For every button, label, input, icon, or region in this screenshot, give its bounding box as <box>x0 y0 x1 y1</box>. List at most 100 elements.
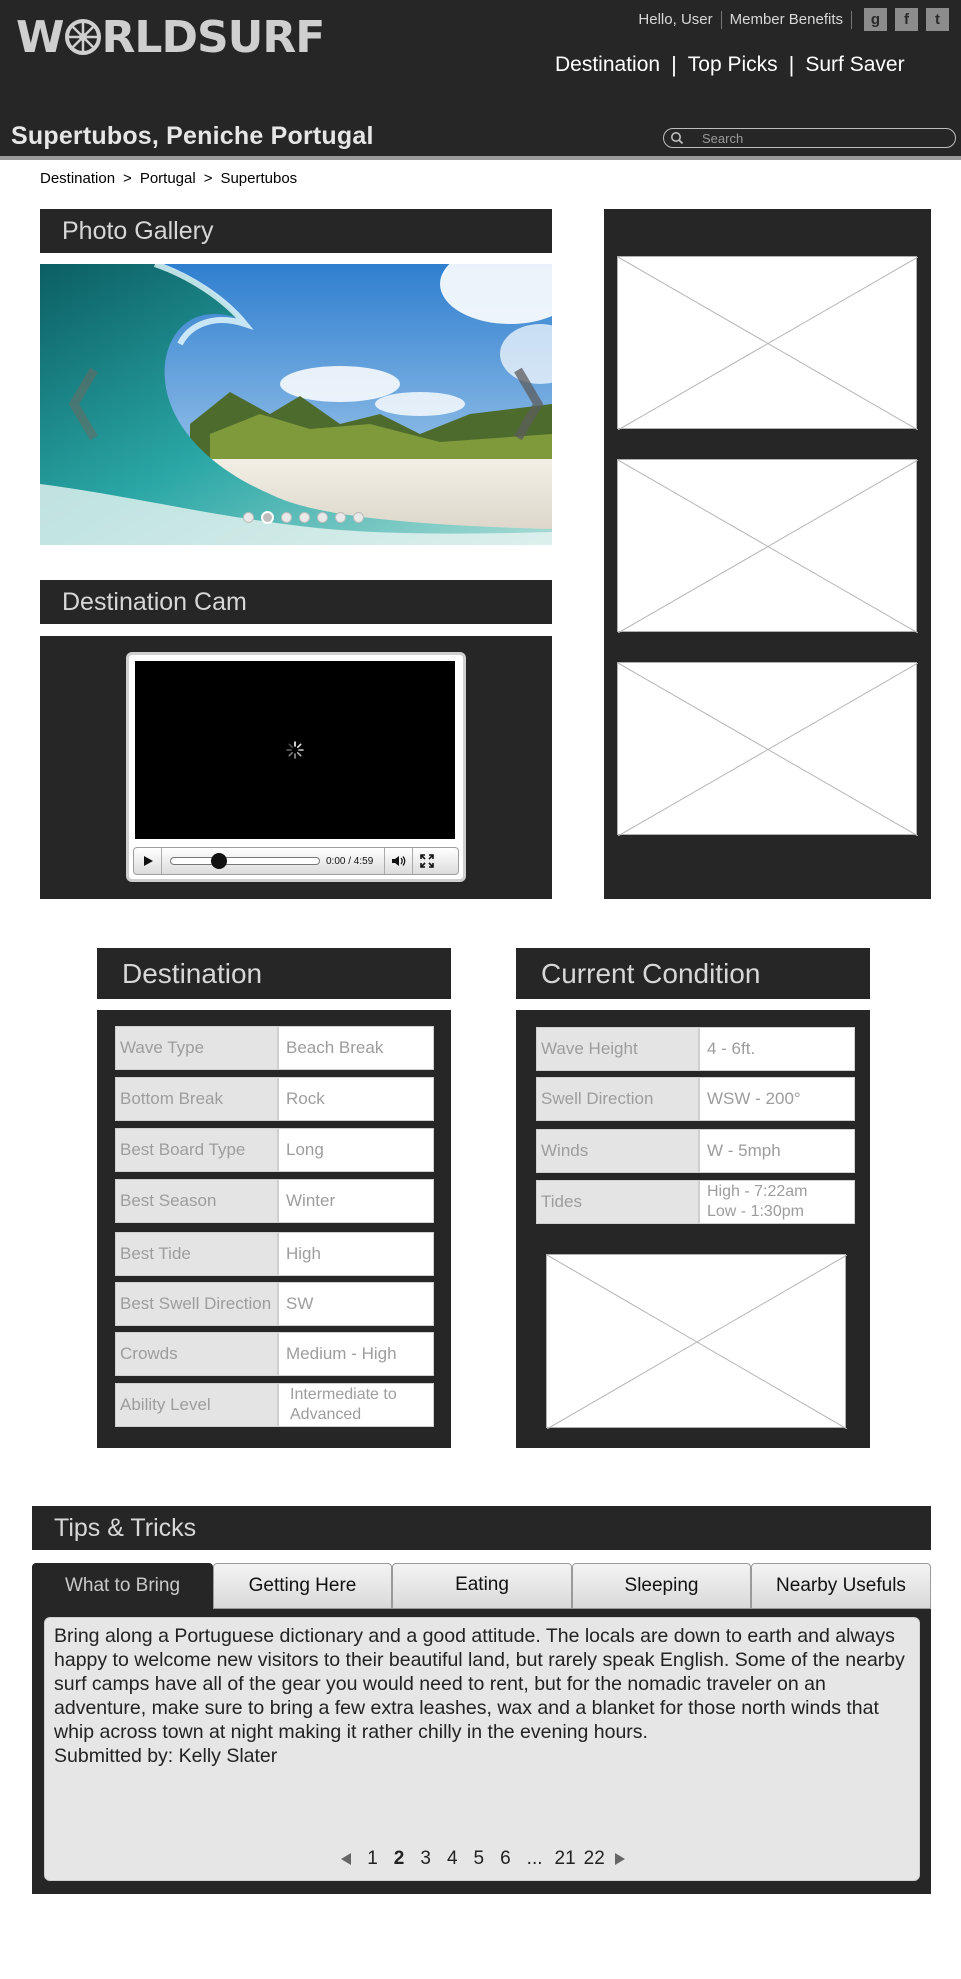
volume-button[interactable] <box>384 848 412 874</box>
row-value: SW <box>278 1282 434 1326</box>
page-number[interactable]: 21 <box>551 1848 580 1870</box>
placeholder-x-icon <box>618 460 918 633</box>
table-row: Wave Type Beach Break <box>115 1026 434 1070</box>
tab-eating[interactable]: Eating <box>392 1563 572 1609</box>
gallery-dot[interactable] <box>281 512 292 523</box>
row-label: Winds <box>536 1129 699 1173</box>
row-label: Best Board Type <box>115 1128 278 1172</box>
google-plus-icon[interactable]: g <box>864 8 887 31</box>
row-value: Intermediate to Advanced <box>278 1383 434 1427</box>
placeholder-x-icon <box>547 1255 847 1429</box>
tip-content: Bring along a Portuguese dictionary and … <box>44 1617 920 1881</box>
gallery-dot-active[interactable] <box>261 511 274 524</box>
nav-surf-saver[interactable]: Surf Saver <box>805 53 904 77</box>
row-value: W - 5mph <box>699 1129 855 1173</box>
tab-sleeping[interactable]: Sleeping <box>572 1563 751 1609</box>
fullscreen-button[interactable] <box>412 848 440 874</box>
gallery-dot[interactable] <box>299 512 310 523</box>
video-seek-bar[interactable] <box>170 853 320 869</box>
main-nav: Destination | Top Picks | Surf Saver <box>555 52 905 78</box>
gallery-dot[interactable] <box>335 512 346 523</box>
row-label: Best Swell Direction <box>115 1282 278 1326</box>
current-condition-header: Current Condition <box>516 948 870 999</box>
row-value: High - 7:22am Low - 1:30pm <box>699 1180 855 1224</box>
logo-wheel-icon <box>64 19 101 55</box>
gallery-prev-arrow[interactable] <box>66 364 102 444</box>
gallery-next-arrow[interactable] <box>510 364 546 444</box>
tips-title: Tips & Tricks <box>54 1513 197 1542</box>
gallery-dot[interactable] <box>317 512 328 523</box>
breadcrumb: Destination > Portugal > Supertubos <box>40 170 297 187</box>
page-number[interactable]: 5 <box>466 1848 493 1870</box>
table-row: Best Swell Direction SW <box>115 1282 434 1326</box>
facebook-icon[interactable]: f <box>895 8 918 31</box>
ad-placeholder-image[interactable] <box>617 256 918 430</box>
seek-handle[interactable] <box>211 853 227 869</box>
table-row: Tides High - 7:22am Low - 1:30pm <box>536 1180 855 1224</box>
gallery-dot[interactable] <box>353 512 364 523</box>
tip-text-block: Bring along a Portuguese dictionary and … <box>54 1624 914 1768</box>
fullscreen-icon <box>419 854 434 868</box>
loading-spinner-icon <box>286 741 304 759</box>
tip-submitted-by: Submitted by: Kelly Slater <box>54 1745 278 1767</box>
search-input[interactable] <box>702 130 942 146</box>
ad-placeholder-image[interactable] <box>617 459 918 633</box>
nav-destination[interactable]: Destination <box>555 53 660 77</box>
divider <box>851 10 852 29</box>
video-screen[interactable] <box>135 661 455 839</box>
row-value: Winter <box>278 1179 434 1223</box>
table-row: Best Board Type Long <box>115 1128 434 1172</box>
tip-text: Bring along a Portuguese dictionary and … <box>54 1625 905 1743</box>
tab-what-to-bring[interactable]: What to Bring <box>32 1563 213 1609</box>
table-row: Crowds Medium - High <box>115 1332 434 1376</box>
table-row: Best Tide High <box>115 1232 434 1276</box>
condition-placeholder-image[interactable] <box>546 1254 847 1429</box>
photo-gallery-slideshow[interactable] <box>40 264 552 545</box>
page-number-current[interactable]: 2 <box>386 1848 413 1870</box>
page-number[interactable]: 1 <box>359 1848 386 1870</box>
row-label: Wave Height <box>536 1027 699 1071</box>
greeting-link[interactable]: Hello, User <box>630 11 720 28</box>
tab-nearby-usefuls[interactable]: Nearby Usefuls <box>751 1563 931 1609</box>
row-value: Medium - High <box>278 1332 434 1376</box>
logo-text-right: RLDSURF <box>101 11 326 63</box>
member-benefits-link[interactable]: Member Benefits <box>722 11 851 28</box>
breadcrumb-portugal[interactable]: Portugal <box>140 170 196 187</box>
pagination-prev-icon[interactable] <box>339 1852 353 1866</box>
page-number[interactable]: 6 <box>492 1848 519 1870</box>
video-player[interactable]: 0:00 / 4:59 <box>126 652 466 882</box>
worldsurf-logo[interactable]: W RLDSURF <box>16 11 326 63</box>
gallery-dot[interactable] <box>243 512 254 523</box>
photo-gallery-header: Photo Gallery <box>40 209 552 253</box>
page-title: Supertubos, Peniche Portugal <box>11 122 374 150</box>
nav-top-picks[interactable]: Top Picks <box>688 53 778 77</box>
page-number[interactable]: 3 <box>412 1848 439 1870</box>
ad-placeholder-image[interactable] <box>617 662 918 836</box>
breadcrumb-destination[interactable]: Destination <box>40 170 115 187</box>
breadcrumb-separator: > <box>203 170 213 187</box>
nav-divider: | <box>788 52 795 77</box>
pagination-next-icon[interactable] <box>613 1852 627 1866</box>
search-icon[interactable] <box>670 131 684 145</box>
placeholder-x-icon <box>618 257 918 430</box>
video-controls: 0:00 / 4:59 <box>133 847 459 875</box>
table-row: Bottom Break Rock <box>115 1077 434 1121</box>
volume-icon <box>391 856 405 866</box>
page-number[interactable]: 4 <box>439 1848 466 1870</box>
twitter-icon[interactable]: t <box>926 8 949 31</box>
tab-getting-here[interactable]: Getting Here <box>213 1563 392 1609</box>
row-label: Tides <box>536 1180 699 1224</box>
video-time: 0:00 / 4:59 <box>326 855 374 867</box>
breadcrumb-supertubos[interactable]: Supertubos <box>220 170 297 187</box>
row-label: Best Tide <box>115 1232 278 1276</box>
play-button[interactable] <box>134 848 162 874</box>
destination-cam-panel: 0:00 / 4:59 <box>40 636 552 899</box>
search-bar[interactable] <box>663 128 956 148</box>
photo-gallery-title: Photo Gallery <box>62 216 214 245</box>
destination-cam-title: Destination Cam <box>62 587 247 616</box>
page-number[interactable]: 22 <box>580 1848 609 1870</box>
destination-title: Destination <box>122 957 263 989</box>
tips-tabs: What to Bring Getting Here Eating Sleepi… <box>32 1563 931 1609</box>
row-label: Crowds <box>115 1332 278 1376</box>
right-sidebar <box>604 209 931 899</box>
